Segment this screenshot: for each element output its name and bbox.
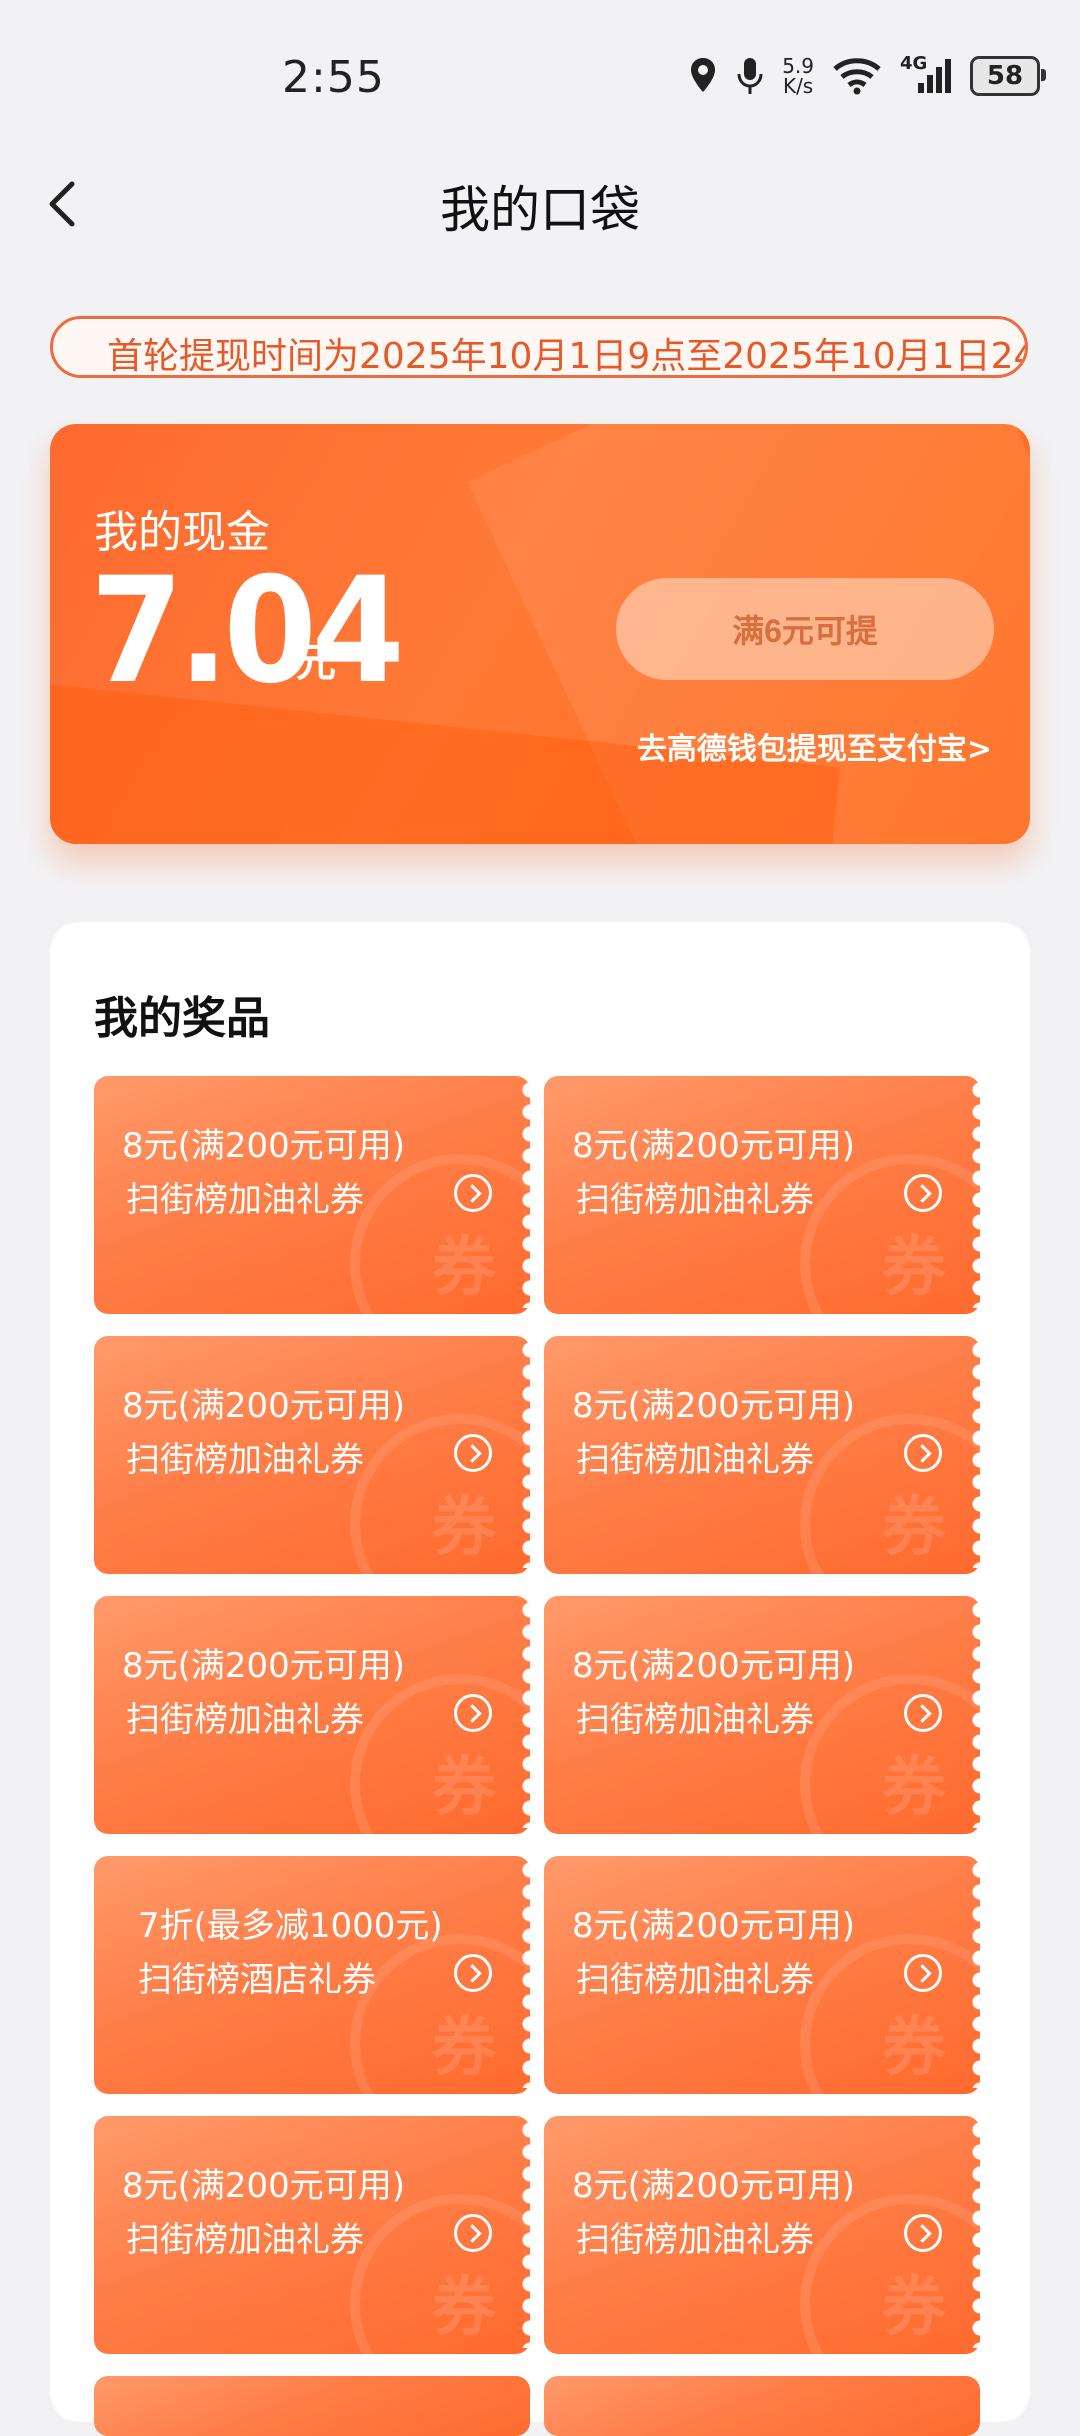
coupon-value: 8元(满200元可用) <box>572 1386 856 1426</box>
coupon-watermark-icon: 券 <box>882 1491 946 1565</box>
coupon-card[interactable]: 券 8元(满200元可用) 扫街榜加油礼券 <box>94 1596 530 1834</box>
coupon-watermark-icon: 券 <box>432 1231 496 1305</box>
coupon-type: 扫街榜加油礼券 <box>576 2220 814 2260</box>
notice-text: 首轮提现时间为2025年10月1日9点至2025年10月1日24 <box>107 336 1028 377</box>
signal-icon: 4G <box>900 53 952 95</box>
cash-amount: 7.04 <box>90 546 405 716</box>
coupon-type: 扫街榜加油礼券 <box>126 1180 364 1220</box>
coupon-watermark-icon: 券 <box>882 2011 946 2085</box>
cash-card: 我的现金 7.04 元 满6元可提 去高德钱包提现至支付宝> <box>50 424 1030 844</box>
coupon-value: 8元(满200元可用) <box>572 1646 856 1686</box>
coupon-value: 8元(满200元可用) <box>572 1126 856 1166</box>
chevron-right-circle-icon <box>904 1954 942 1992</box>
coupon-card[interactable]: 券 8元(满200元可用) 扫街榜加油礼券 <box>544 1076 980 1314</box>
wifi-icon <box>832 57 882 95</box>
chevron-right-circle-icon <box>904 2214 942 2252</box>
coupon-value: 8元(满200元可用) <box>122 1126 406 1166</box>
coupon-card[interactable]: 券 8元(满200元可用) 扫街榜加油礼券 <box>94 1336 530 1574</box>
coupon-type: 扫街榜加油礼券 <box>576 1180 814 1220</box>
coupon-type: 扫街榜加油礼券 <box>576 1700 814 1740</box>
location-icon <box>688 56 718 96</box>
coupon-card[interactable]: 券 8元(满200元可用) 扫街榜加油礼券 <box>94 1076 530 1314</box>
coupon-value: 8元(满200元可用) <box>572 2166 856 2206</box>
coupon-card[interactable]: 券 7折(最多减1000元) 扫街榜酒店礼券 <box>94 1856 530 2094</box>
chevron-right-circle-icon <box>904 1434 942 1472</box>
prizes-panel: 我的奖品 券 8元(满200元可用) 扫街榜加油礼券 券 8元(满200元可用)… <box>50 922 1030 2436</box>
coupon-card[interactable] <box>94 2376 530 2436</box>
coupon-type: 扫街榜加油礼券 <box>126 2220 364 2260</box>
status-icons: 5.9 K/s 4G 58 <box>688 48 1046 104</box>
notice-banner: 首轮提现时间为2025年10月1日9点至2025年10月1日24 <box>50 316 1028 378</box>
coupon-watermark-icon: 券 <box>432 1491 496 1565</box>
page-title: 我的口袋 <box>440 181 640 239</box>
status-bar: 2:55 5.9 K/s 4G 58 <box>0 0 1080 150</box>
chevron-right-circle-icon <box>454 1434 492 1472</box>
battery-icon: 58 <box>970 56 1046 96</box>
coupon-card[interactable]: 券 8元(满200元可用) 扫街榜加油礼券 <box>544 1336 980 1574</box>
coupon-type: 扫街榜加油礼券 <box>576 1960 814 2000</box>
mic-icon <box>736 56 764 96</box>
status-time: 2:55 <box>282 52 385 103</box>
coupon-watermark-icon: 券 <box>432 1751 496 1825</box>
coupon-value: 8元(满200元可用) <box>122 2166 406 2206</box>
chevron-right-circle-icon <box>904 1174 942 1212</box>
chevron-right-circle-icon <box>904 1694 942 1732</box>
coupon-card[interactable]: 券 8元(满200元可用) 扫街榜加油礼券 <box>544 1596 980 1834</box>
coupon-value: 7折(最多减1000元) <box>138 1906 443 1946</box>
chevron-right-circle-icon <box>454 1174 492 1212</box>
coupon-card[interactable]: 券 8元(满200元可用) 扫街榜加油礼券 <box>94 2116 530 2354</box>
wallet-withdraw-link[interactable]: 去高德钱包提现至支付宝> <box>637 724 992 768</box>
header: 我的口袋 <box>0 150 1080 260</box>
coupon-watermark-icon: 券 <box>882 1231 946 1305</box>
coupon-value: 8元(满200元可用) <box>572 1906 856 1946</box>
coupon-watermark-icon: 券 <box>432 2271 496 2345</box>
prizes-title: 我的奖品 <box>94 993 270 1044</box>
coupon-card[interactable] <box>544 2376 980 2436</box>
chevron-right-circle-icon <box>454 1694 492 1732</box>
coupon-type: 扫街榜加油礼券 <box>126 1440 364 1480</box>
coupon-watermark-icon: 券 <box>882 1751 946 1825</box>
withdraw-button[interactable]: 满6元可提 <box>616 578 994 680</box>
coupon-value: 8元(满200元可用) <box>122 1646 406 1686</box>
coupon-type: 扫街榜加油礼券 <box>576 1440 814 1480</box>
coupon-watermark-icon: 券 <box>432 2011 496 2085</box>
coupon-card[interactable]: 券 8元(满200元可用) 扫街榜加油礼券 <box>544 2116 980 2354</box>
coupon-card[interactable]: 券 8元(满200元可用) 扫街榜加油礼券 <box>544 1856 980 2094</box>
chevron-right-circle-icon <box>454 1954 492 1992</box>
chevron-right-circle-icon <box>454 2214 492 2252</box>
cash-unit: 元 <box>296 640 336 686</box>
coupon-type: 扫街榜加油礼券 <box>126 1700 364 1740</box>
coupon-type: 扫街榜酒店礼券 <box>138 1960 376 2000</box>
coupon-watermark-icon: 券 <box>882 2271 946 2345</box>
coupon-value: 8元(满200元可用) <box>122 1386 406 1426</box>
net-speed: 5.9 K/s <box>782 54 814 98</box>
